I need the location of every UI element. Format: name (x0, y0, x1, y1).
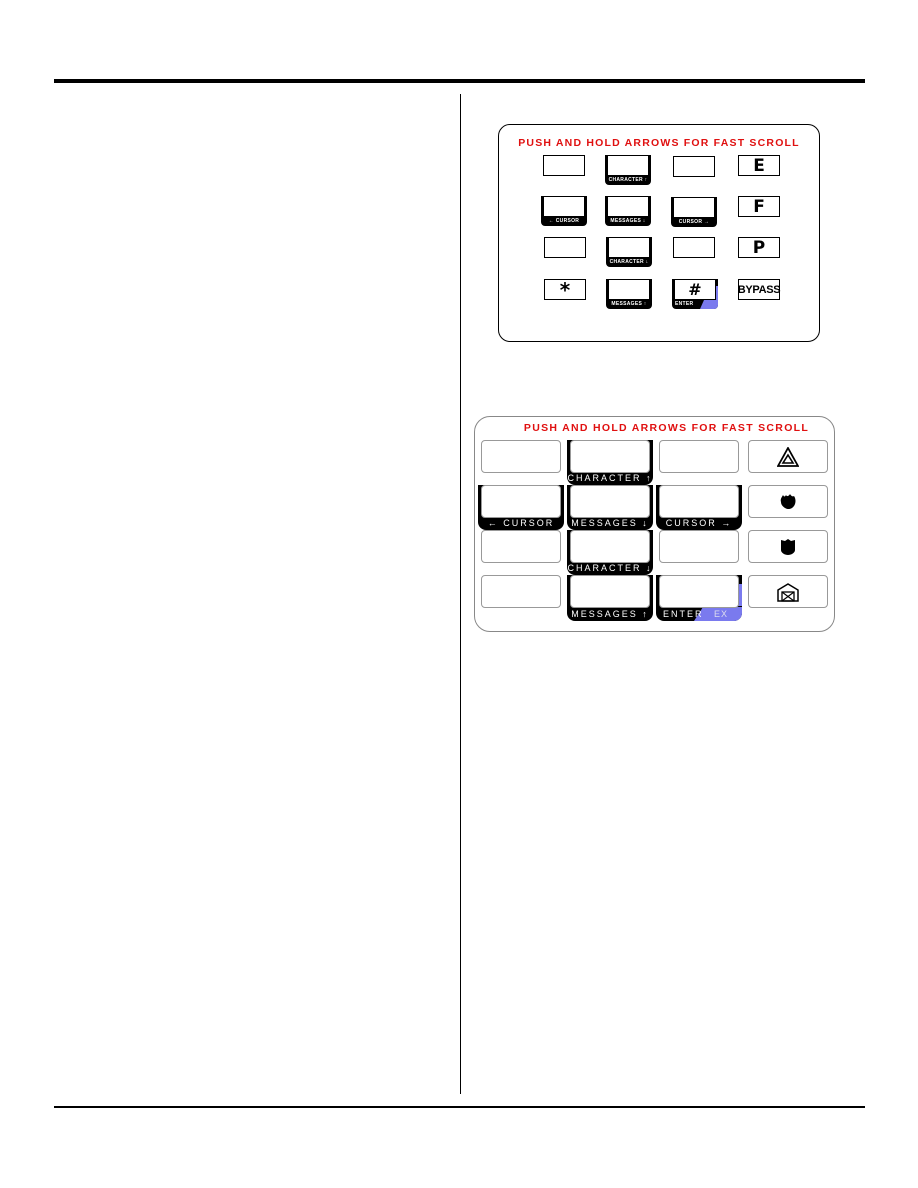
police-shield-icon (779, 538, 797, 556)
key-face (570, 440, 650, 473)
key-face (570, 575, 650, 608)
keypad-1-key-cursor-right[interactable]: CURSOR → (671, 197, 717, 227)
keypad-2-key-cursor-left[interactable]: ← CURSOR (478, 485, 564, 530)
header-rule (54, 79, 865, 83)
key-label: CURSOR → (665, 518, 733, 528)
key-label: CHARACTER ↓ (567, 563, 653, 573)
keypad-2-key-character-up[interactable]: CHARACTER ↑ (567, 440, 653, 485)
key-label: ENTER (675, 301, 694, 307)
key-face (608, 279, 650, 300)
column-divider (460, 94, 461, 1094)
key-label: MESSAGES ↑ (611, 301, 647, 307)
keypad-1-key-cursor-left[interactable]: ← CURSOR (541, 196, 587, 226)
key-label: ← CURSOR (487, 518, 555, 528)
keypad-2-key-hazard[interactable] (748, 440, 828, 473)
keypad-1-key-hash-enter[interactable]: # ENTER (672, 279, 718, 309)
keypad-1-key-e[interactable]: E (738, 155, 780, 176)
key-face (607, 155, 649, 176)
keypad-2-key-r1c3[interactable] (659, 440, 739, 473)
key-face (608, 237, 650, 258)
footer-rule (54, 1106, 865, 1108)
keypad-1-key-bypass[interactable]: BYPASS (738, 279, 781, 300)
key-face (570, 485, 650, 518)
keypad-2-key-fire[interactable] (748, 485, 828, 518)
keypad-1-key-messages-down[interactable]: MESSAGES ↓ (605, 196, 651, 226)
enter-label: ENTER (663, 609, 704, 619)
keypad-2-key-r1c1[interactable] (481, 440, 561, 473)
keypad-1-key-r1c1[interactable] (543, 155, 585, 176)
key-face (570, 530, 650, 563)
key-face (673, 197, 715, 218)
keypad-2-key-messages-up[interactable]: MESSAGES ↑ (567, 575, 653, 621)
key-label: MESSAGES ↓ (610, 218, 646, 224)
keypad-1-title: PUSH AND HOLD ARROWS FOR FAST SCROLL (518, 137, 800, 149)
keypad-1-key-r1c3[interactable] (673, 156, 715, 177)
keypad-2-key-police[interactable] (748, 530, 828, 563)
key-label: CHARACTER ↑ (567, 473, 653, 483)
keypad-2-key-r4c1[interactable] (481, 575, 561, 608)
hazard-triangle-icon (777, 446, 799, 467)
house-envelope-icon (776, 582, 800, 602)
keypad-2-key-enter-ex[interactable]: ENTER EX (656, 575, 742, 621)
key-label: ← CURSOR (548, 218, 580, 224)
key-label: CHARACTER ↓ (609, 259, 649, 265)
keypad-1-key-character-up[interactable]: CHARACTER ↑ (605, 155, 651, 185)
keypad-1-key-p[interactable]: P (738, 237, 780, 258)
keypad-2-key-house[interactable] (748, 575, 828, 608)
keypad-2-key-r3c3[interactable] (659, 530, 739, 563)
keypad-2-key-messages-down[interactable]: MESSAGES ↓ (567, 485, 653, 530)
key-face (543, 196, 585, 217)
keypad-2-key-r3c1[interactable] (481, 530, 561, 563)
key-label: MESSAGES ↑ (571, 609, 649, 619)
keypad-2-key-cursor-right[interactable]: CURSOR → (656, 485, 742, 530)
key-label: CHARACTER ↑ (608, 177, 648, 183)
ex-label: EX (713, 609, 728, 619)
keypad-1-key-r3c3[interactable] (673, 237, 715, 258)
keypad-2-title: PUSH AND HOLD ARROWS FOR FAST SCROLL (523, 422, 810, 434)
key-face: # (674, 279, 716, 300)
keypad-1-key-r3c1[interactable] (544, 237, 586, 258)
key-face (481, 485, 561, 518)
key-label: CURSOR → (678, 219, 710, 225)
keypad-2-key-character-down[interactable]: CHARACTER ↓ (567, 530, 653, 575)
keypad-1-key-f[interactable]: F (738, 196, 780, 217)
key-face (607, 196, 649, 217)
keypad-1-key-messages-up[interactable]: MESSAGES ↑ (606, 279, 652, 309)
fire-icon (778, 493, 798, 511)
key-label: MESSAGES ↓ (571, 518, 649, 528)
key-face (659, 485, 739, 518)
keypad-1-key-star[interactable]: * (544, 278, 586, 302)
key-face (659, 575, 739, 608)
keypad-1-key-character-down[interactable]: CHARACTER ↓ (606, 237, 652, 267)
